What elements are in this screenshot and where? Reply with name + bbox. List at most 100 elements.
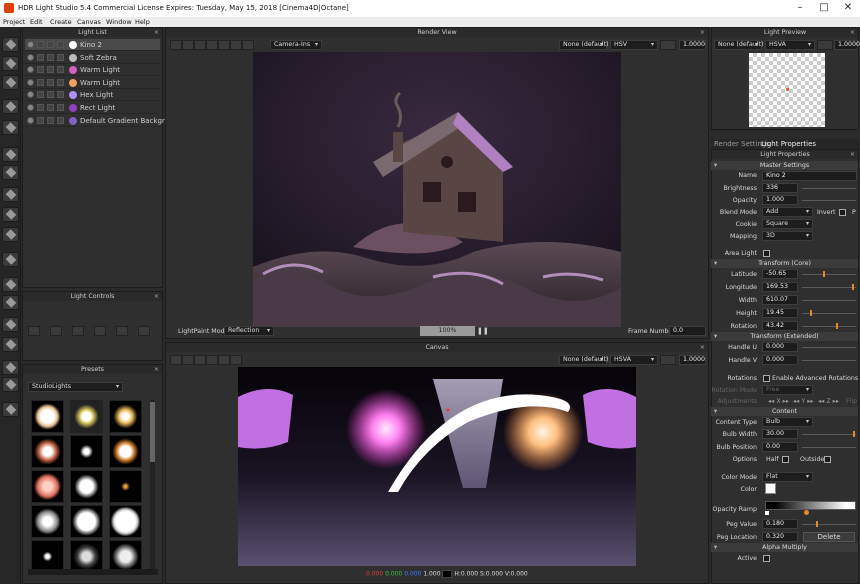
- light-list-item[interactable]: Hex Light: [25, 89, 160, 102]
- width-slider[interactable]: [802, 300, 856, 301]
- mapping-select[interactable]: 3D: [762, 231, 813, 241]
- render-lut-select[interactable]: None (default): [559, 40, 609, 50]
- menu-edit[interactable]: Edit: [30, 17, 43, 27]
- visibility-toggle[interactable]: [27, 91, 34, 99]
- opacity-input[interactable]: 1.000: [762, 195, 798, 205]
- zoom-icon[interactable]: [206, 40, 218, 50]
- preset-thumbnail[interactable]: [31, 400, 64, 433]
- light-list-item[interactable]: Rect Light: [25, 102, 160, 114]
- close-panel-icon[interactable]: ×: [700, 28, 705, 37]
- render-image[interactable]: [253, 52, 621, 327]
- section-master-settings[interactable]: Master Settings: [711, 161, 858, 170]
- camera-select[interactable]: Camera-Ins: [270, 40, 322, 50]
- canvas-lut-select[interactable]: None (default): [559, 355, 609, 365]
- lock-toggle[interactable]: [47, 66, 54, 74]
- exposure-icon[interactable]: [660, 40, 676, 50]
- gear-icon[interactable]: [2, 252, 19, 267]
- lock-toggle[interactable]: [47, 91, 54, 99]
- invert-checkbox[interactable]: [839, 209, 846, 216]
- lock-toggle[interactable]: [47, 53, 54, 61]
- hdr-tool-icon[interactable]: [2, 360, 19, 375]
- exposure-icon[interactable]: [817, 40, 833, 50]
- brush-icon[interactable]: [170, 40, 182, 50]
- visibility-toggle[interactable]: [27, 116, 34, 124]
- peg-value-slider-thumb[interactable]: [816, 521, 818, 527]
- light-list-item[interactable]: Warm Light: [25, 64, 160, 77]
- height-input[interactable]: 19.45: [762, 308, 798, 318]
- presets-category-select[interactable]: StudioLights: [28, 382, 123, 392]
- menu-window[interactable]: Window: [106, 17, 132, 27]
- hand-icon[interactable]: [194, 40, 206, 50]
- lock-toggle[interactable]: [47, 104, 54, 111]
- render-toggle[interactable]: [57, 41, 64, 48]
- solo-toggle[interactable]: [37, 41, 44, 48]
- lock-toggle[interactable]: [47, 116, 54, 124]
- solo-toggle[interactable]: [37, 78, 44, 86]
- solo-toggle[interactable]: [37, 104, 44, 111]
- preset-thumbnail[interactable]: [31, 505, 64, 538]
- close-icon[interactable]: ✕: [841, 2, 855, 14]
- layer-tool-icon[interactable]: [2, 187, 19, 202]
- handle-u-slider[interactable]: [802, 347, 856, 348]
- latitude-slider[interactable]: [802, 274, 856, 275]
- peg-value-slider[interactable]: [802, 524, 856, 525]
- adjust-z[interactable]: ◂◂ Z ▸▸: [818, 398, 839, 405]
- help-icon[interactable]: [2, 402, 19, 417]
- grid-icon[interactable]: [170, 355, 182, 365]
- light-list-item[interactable]: Default Gradient Background: [25, 114, 182, 127]
- section-alpha-multiply[interactable]: Alpha Multiply: [711, 543, 858, 552]
- render-toggle[interactable]: [57, 104, 64, 111]
- brightness-slider[interactable]: [802, 188, 856, 189]
- brightness-input[interactable]: 336: [762, 183, 798, 193]
- render-toggle[interactable]: [57, 53, 64, 61]
- target-icon[interactable]: [116, 326, 128, 336]
- close-tool-icon[interactable]: [2, 277, 19, 292]
- stage-tool-icon[interactable]: [2, 165, 19, 180]
- strip-tool-icon[interactable]: [2, 227, 19, 242]
- region-icon[interactable]: [218, 40, 230, 50]
- zoom-icon[interactable]: [206, 355, 218, 365]
- section-transform-core[interactable]: Transform (Core): [711, 259, 858, 268]
- canvas-colorspace-select[interactable]: HSVA: [610, 355, 658, 365]
- close-panel-icon[interactable]: ×: [850, 28, 855, 37]
- image-tool-icon[interactable]: [2, 207, 19, 222]
- preset-thumbnail[interactable]: [70, 470, 103, 503]
- close-panel-icon[interactable]: ×: [850, 150, 855, 159]
- lock-toggle[interactable]: [47, 41, 54, 48]
- bulb-position-slider[interactable]: [802, 447, 856, 448]
- lightpaint-mode-select[interactable]: Reflection: [224, 326, 274, 336]
- delete-peg-button[interactable]: Delete: [803, 532, 855, 542]
- preset-thumbnail[interactable]: [70, 435, 103, 468]
- section-content[interactable]: Content: [711, 407, 858, 416]
- preset-thumbnail[interactable]: [109, 505, 142, 538]
- peg-location-input[interactable]: 0.320: [762, 532, 798, 542]
- paint-tool-icon[interactable]: [2, 147, 19, 162]
- visibility-toggle[interactable]: [27, 66, 34, 74]
- solo-toggle[interactable]: [37, 53, 44, 61]
- rotation-slider-thumb[interactable]: [836, 323, 838, 329]
- solo-toggle[interactable]: [37, 91, 44, 99]
- solo-toggle[interactable]: [37, 66, 44, 74]
- area-light-checkbox[interactable]: [763, 250, 770, 257]
- fit-icon[interactable]: [218, 355, 230, 365]
- globe-tool-icon[interactable]: [2, 377, 19, 392]
- tab-light-properties[interactable]: Light Properties: [761, 140, 816, 148]
- adjust-y[interactable]: ◂◂ Y ▸▸: [793, 398, 814, 405]
- rotate-icon[interactable]: [72, 326, 84, 336]
- presets-hscroll[interactable]: [28, 569, 158, 575]
- close-panel-icon[interactable]: ×: [154, 292, 159, 301]
- fit-icon[interactable]: [230, 40, 242, 50]
- render-toggle[interactable]: [57, 66, 64, 74]
- preset-thumbnail[interactable]: [109, 470, 142, 503]
- latitude-slider-thumb[interactable]: [823, 271, 825, 277]
- expand-icon[interactable]: [138, 326, 150, 336]
- render-colorspace-select[interactable]: HSV: [610, 40, 658, 50]
- preset-thumbnail[interactable]: [109, 400, 142, 433]
- frame-tool-icon[interactable]: [2, 295, 19, 310]
- light-list-item[interactable]: Warm Light: [25, 76, 160, 89]
- opacity-slider[interactable]: [802, 200, 856, 201]
- exposure-icon[interactable]: [660, 355, 676, 365]
- bulb-position-input[interactable]: 0.00: [762, 442, 798, 452]
- preset-thumbnail[interactable]: [31, 435, 64, 468]
- latitude-input[interactable]: -50.65: [762, 269, 798, 279]
